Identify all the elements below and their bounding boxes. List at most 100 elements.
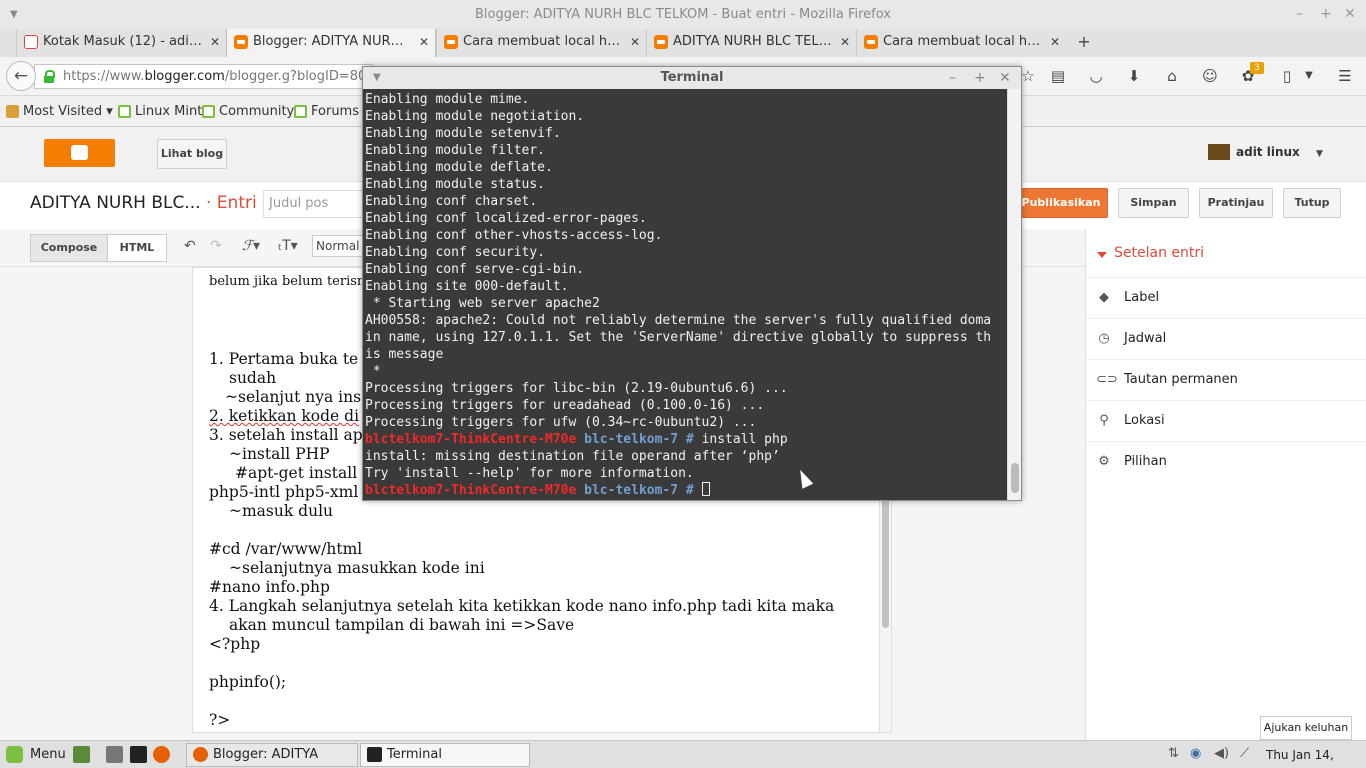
blogger-icon	[864, 35, 878, 49]
wifi-icon[interactable]: ⟋	[1240, 746, 1249, 761]
terminal-line: Enabling module setenvif.	[365, 126, 561, 141]
task-terminal[interactable]: Terminal	[360, 743, 530, 767]
terminal-output[interactable]: Enabling module mime. Enabling module ne…	[363, 89, 1007, 500]
terminal-close-icon[interactable]: ✕	[999, 67, 1011, 89]
bookmark-community[interactable]: Community	[202, 96, 294, 127]
doc-line: #apt-get install	[235, 464, 358, 482]
tab-aditya-blog[interactable]: ADITYA NURH BLC TELK… ✕	[646, 29, 856, 57]
maximize-icon[interactable]: +	[1320, 0, 1332, 29]
location-icon: ⚲	[1099, 413, 1109, 428]
url-prefix: https://www.	[63, 69, 145, 84]
new-tab-icon[interactable]: +	[1074, 29, 1094, 55]
terminal-line: Processing triggers for libc-bin (2.19-0…	[365, 381, 788, 396]
view-blog-button[interactable]: Lihat blog	[157, 139, 227, 169]
pocket-icon[interactable]: ◡	[1085, 65, 1107, 87]
files-icon[interactable]	[106, 746, 123, 763]
home-icon[interactable]: ⌂	[1161, 65, 1183, 87]
terminal-scrollbar[interactable]	[1007, 89, 1021, 500]
close-tab-icon[interactable]: ✕	[840, 29, 850, 55]
sidebar-item-permalink[interactable]: ⊂⊃ Tautan permanen	[1086, 359, 1366, 400]
doc-line: ~install PHP	[229, 445, 330, 463]
minimize-icon[interactable]: –	[1296, 0, 1303, 29]
prompt-dir: blc-telkom-7 #	[584, 483, 694, 498]
doc-line: ~masuk dulu	[229, 502, 334, 520]
tab-local-host-2[interactable]: Cara membuat local host… ✕	[856, 29, 1066, 57]
sidebar-item-label[interactable]: ◆ Label	[1086, 277, 1366, 318]
bookmark-label: Forums	[311, 104, 359, 119]
terminal-line: Enabling conf other-vhosts-access-log.	[365, 228, 663, 243]
close-button[interactable]: Tutup	[1283, 188, 1341, 218]
chat-icon[interactable]: ☺	[1199, 65, 1221, 87]
post-settings-heading[interactable]: Setelan entri	[1096, 245, 1204, 261]
sidebar-item-location[interactable]: ⚲ Lokasi	[1086, 400, 1366, 441]
tab-gmail[interactable]: Kotak Masuk (12) - aditnu… ✕	[16, 29, 226, 57]
terminal-menu-icon[interactable]: ▼	[373, 67, 381, 89]
html-mode-button[interactable]: HTML	[107, 234, 167, 262]
preview-button[interactable]: Pratinjau	[1199, 188, 1273, 218]
task-blogger-firefox[interactable]: Blogger: ADITYA NUR...	[186, 743, 358, 767]
save-button[interactable]: Simpan	[1118, 188, 1189, 218]
font-size-icon[interactable]: ₜT▾	[278, 238, 298, 254]
terminal-launcher-icon[interactable]	[130, 746, 147, 763]
undo-icon[interactable]: ↶	[184, 238, 196, 254]
close-tab-icon[interactable]: ✕	[210, 29, 220, 55]
chevron-down-icon[interactable]: ▼	[1298, 65, 1320, 87]
terminal-minimize-icon[interactable]: –	[949, 67, 956, 89]
terminal-titlebar[interactable]: ▼ Terminal – + ✕	[363, 67, 1021, 89]
firefox-launcher-icon[interactable]	[153, 746, 170, 763]
close-window-icon[interactable]: ✕	[1344, 0, 1356, 29]
notification-badge: 3	[1250, 62, 1264, 74]
reading-list-icon[interactable]: ▤	[1047, 65, 1069, 87]
user-menu[interactable]: adit linux ▼	[1208, 143, 1323, 163]
redo-icon[interactable]: ↷	[210, 238, 222, 254]
bookmark-linux-mint[interactable]: Linux Mint	[118, 96, 202, 127]
tab-bar: Kotak Masuk (12) - aditnu… ✕ Blogger: AD…	[0, 29, 1366, 57]
back-button[interactable]: ←	[6, 61, 36, 91]
terminal-maximize-icon[interactable]: +	[974, 67, 986, 89]
tab-blogger-active[interactable]: Blogger: ADITYA NURH B… ✕	[226, 29, 436, 57]
doc-line: belum jika belum terisnt	[209, 274, 371, 289]
tab-label: Cara membuat local host…	[463, 34, 640, 49]
sidebar-item-options[interactable]: ⚙ Pilihan	[1086, 441, 1366, 482]
close-tab-icon[interactable]: ✕	[630, 29, 640, 55]
terminal-line: Enabling module filter.	[365, 143, 546, 158]
window-menu-icon[interactable]: ▼	[10, 0, 18, 29]
terminal-line: Enabling conf localized-error-pages.	[365, 211, 647, 226]
sidebar-item-schedule[interactable]: ◷ Jadwal	[1086, 318, 1366, 359]
hamburger-menu-icon[interactable]: ☰	[1334, 65, 1356, 87]
download-icon[interactable]: ⬇	[1123, 65, 1145, 87]
font-family-icon[interactable]: ℱ▾	[242, 238, 260, 254]
volume-icon[interactable]: ◀)	[1214, 746, 1229, 761]
close-tab-icon[interactable]: ✕	[1050, 29, 1060, 55]
mint-icon	[202, 105, 215, 118]
doc-line: akan muncul tampilan di bawah ini =>Save	[229, 616, 575, 634]
chevron-down-icon: ▼	[1315, 149, 1323, 159]
clock[interactable]: Thu Jan 14, 14:01	[1266, 741, 1366, 768]
tab-label: ADITYA NURH BLC TELK…	[673, 34, 841, 49]
start-menu-button[interactable]: Menu	[4, 741, 66, 768]
bookmark-forums[interactable]: Forums	[294, 96, 359, 127]
compose-mode-button[interactable]: Compose	[30, 234, 108, 262]
terminal-line: Enabling conf serve-cgi-bin.	[365, 262, 585, 277]
url-bar[interactable]: https://www.blogger.com/blogger.g?blogID…	[34, 64, 374, 89]
publish-button[interactable]: Publikasikan	[1014, 188, 1108, 218]
terminal-line: in name, using 127.0.1.1. Set the 'Serve…	[365, 330, 992, 345]
tab-local-host-1[interactable]: Cara membuat local host… ✕	[436, 29, 646, 57]
shield-icon[interactable]: ◉	[1190, 746, 1201, 761]
bookmark-most-visited[interactable]: Most Visited ▾	[6, 96, 113, 127]
mint-icon	[294, 105, 307, 118]
sidebar-item-text: Label	[1124, 290, 1160, 305]
terminal-window[interactable]: ▼ Terminal – + ✕ Enabling module mime. E…	[362, 66, 1022, 501]
clock-icon: ◷	[1098, 331, 1110, 346]
feedback-button[interactable]: Ajukan keluhan	[1260, 716, 1352, 740]
terminal-prompt-line[interactable]: blctelkom7-ThinkCentre-M70e blc-telkom-7…	[365, 482, 710, 499]
format-select[interactable]: Normal	[312, 235, 364, 257]
network-icon[interactable]: ⇅	[1168, 746, 1179, 761]
menu-label: Menu	[30, 747, 66, 762]
post-title-input[interactable]: Judul pos	[263, 190, 363, 218]
show-desktop-icon[interactable]	[73, 746, 90, 763]
blogger-logo-icon[interactable]	[44, 139, 115, 167]
close-tab-icon[interactable]: ✕	[419, 29, 429, 55]
scrollbar-thumb[interactable]	[1011, 463, 1019, 493]
clipboard-icon[interactable]: ▯	[1276, 65, 1298, 87]
